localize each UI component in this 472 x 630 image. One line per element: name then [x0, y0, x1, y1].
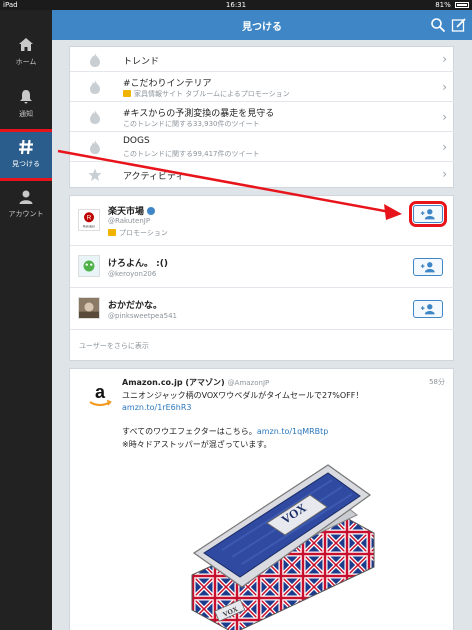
flame-icon — [90, 110, 100, 124]
rakuten-logo: R Rakuten — [83, 212, 95, 228]
battery-icon — [455, 2, 469, 8]
tweet-text-line: ※時々ドアストッパーが混ざっています。 — [122, 440, 272, 449]
chevron-right-icon: › — [442, 167, 447, 181]
user-row[interactable]: けろよん。 :() @keroyon206 — [70, 246, 455, 288]
tweet-text-line: ユニオンジャック柄のVOXワウペダルがタイムセールで27%OFF！ — [122, 391, 364, 400]
trend-title: #こだわりインテリア — [123, 79, 212, 89]
promoted-icon — [108, 229, 116, 236]
user-handle: @pinksweetpea541 — [108, 312, 178, 320]
user-handle: @keroyon206 — [108, 270, 157, 278]
user-handle: @RakutenJP — [108, 217, 151, 225]
home-icon — [19, 38, 33, 51]
follow-button[interactable] — [413, 258, 443, 276]
trend-row[interactable]: #こだわりインテリア 家具情報サイト タブルームによるプロモーション › — [70, 72, 455, 102]
sidebar-item-notifications[interactable]: 通知 — [0, 82, 52, 128]
add-user-icon — [420, 262, 435, 273]
tweet-card[interactable]: a Amazon.co.jp (アマゾン) @AmazonJP 58分 ユニオンジ… — [69, 368, 454, 630]
activity-title: アクティビティ — [123, 172, 185, 182]
trends-card: トレンド › #こだわりインテリア 家具情報サイト タブルームによるプロモーショ… — [69, 46, 455, 188]
clock: 16:31 — [225, 1, 247, 9]
tweet-media-image[interactable]: VOX VOX — [182, 455, 382, 630]
tweet-link[interactable]: amzn.to/1qMRBtp — [257, 427, 329, 436]
chevron-right-icon: › — [442, 52, 447, 66]
tweet-time: 58分 — [429, 378, 445, 386]
avatar-image — [79, 298, 99, 318]
promotion-label: プロモーション — [108, 228, 168, 238]
hash-icon — [19, 139, 33, 155]
verified-icon — [147, 207, 156, 215]
add-user-icon — [420, 209, 435, 220]
user-row[interactable]: おかだかな。 @pinksweetpea541 — [70, 288, 455, 330]
flame-icon — [90, 53, 100, 67]
trend-title: DOGS — [123, 136, 150, 146]
user-name: 楽天市場 — [108, 204, 156, 217]
sidebar-item-home[interactable]: ホーム — [0, 30, 52, 76]
follow-button[interactable] — [409, 201, 447, 227]
wah-pedal-image: VOX VOX — [191, 464, 375, 630]
trend-title: トレンド — [123, 57, 160, 67]
battery-indicator: 81% — [435, 0, 469, 10]
status-bar: iPad 16:31 81% — [0, 0, 472, 10]
search-icon[interactable] — [430, 17, 446, 33]
user-row[interactable]: R Rakuten 楽天市場 @RakutenJP プロモーション — [70, 196, 455, 246]
trend-subtitle: 家具情報サイト タブルームによるプロモーション — [123, 89, 290, 99]
bell-icon — [20, 90, 32, 104]
chevron-right-icon: › — [442, 110, 447, 124]
more-users-link[interactable]: ユーザーをさらに表示 — [79, 341, 149, 351]
trend-row[interactable]: DOGS このトレンドに関する99,417件のツイート › — [70, 132, 455, 162]
trend-title: #キスからの予測変換の暴走を見守る — [123, 109, 275, 119]
discover-content: トレンド › #こだわりインテリア 家具情報サイト タブルームによるプロモーショ… — [52, 40, 472, 630]
trend-subtitle: このトレンドに関する99,417件のツイート — [123, 150, 260, 158]
activity-row[interactable]: アクティビティ › — [70, 162, 455, 188]
user-name: けろよん。 :() — [108, 259, 168, 269]
author-handle: @AmazonJP — [227, 379, 270, 387]
chevron-right-icon: › — [442, 140, 447, 154]
sidebar-item-label: 通知 — [19, 110, 33, 118]
trend-row[interactable]: #キスからの予測変換の暴走を見守る このトレンドに関する33,930件のツイート… — [70, 102, 455, 132]
amazon-logo: a — [84, 379, 116, 411]
author-name: Amazon.co.jp (アマゾン) — [122, 378, 225, 387]
flame-icon — [90, 140, 100, 154]
star-icon — [88, 168, 102, 181]
avatar — [78, 297, 100, 319]
battery-percent: 81% — [435, 1, 451, 9]
tweet-author: Amazon.co.jp (アマゾン) @AmazonJP — [122, 377, 269, 388]
tweet-text-line: すべてのワウエフェクターはこちら。amzn.to/1qMRBtp — [122, 427, 329, 436]
sidebar-item-label: 見つける — [12, 160, 40, 168]
trend-subtitle: このトレンドに関する33,930件のツイート — [123, 120, 260, 128]
user-name: おかだかな。 — [108, 301, 163, 311]
avatar — [78, 255, 100, 277]
sidebar-item-discover[interactable]: 見つける — [0, 129, 55, 181]
svg-text:R: R — [87, 215, 92, 222]
sidebar-item-label: アカウント — [8, 210, 44, 218]
svg-text:a: a — [95, 382, 106, 402]
sidebar-item-account[interactable]: アカウント — [0, 182, 52, 228]
svg-text:Rakuten: Rakuten — [83, 224, 95, 228]
tweet-link[interactable]: amzn.to/1rE6hR3 — [122, 403, 191, 412]
chevron-right-icon: › — [442, 80, 447, 94]
compose-icon[interactable] — [451, 17, 467, 33]
promoted-icon — [123, 90, 131, 97]
sidebar: ホーム 通知 見つける アカウント — [0, 10, 55, 630]
header-bar: 見つける — [52, 10, 472, 40]
trend-row-header[interactable]: トレンド › — [70, 47, 455, 72]
person-icon — [19, 190, 33, 204]
who-to-follow-card: R Rakuten 楽天市場 @RakutenJP プロモーション けろよん。 … — [69, 195, 455, 361]
follow-button[interactable] — [413, 300, 443, 318]
flame-icon — [90, 80, 100, 94]
avatar-image — [79, 256, 99, 276]
sidebar-item-label: ホーム — [15, 58, 37, 66]
more-users-row[interactable]: ユーザーをさらに表示 — [70, 330, 455, 360]
page-title: 見つける — [242, 22, 282, 33]
avatar: R Rakuten — [78, 209, 100, 231]
add-user-icon — [420, 304, 435, 315]
